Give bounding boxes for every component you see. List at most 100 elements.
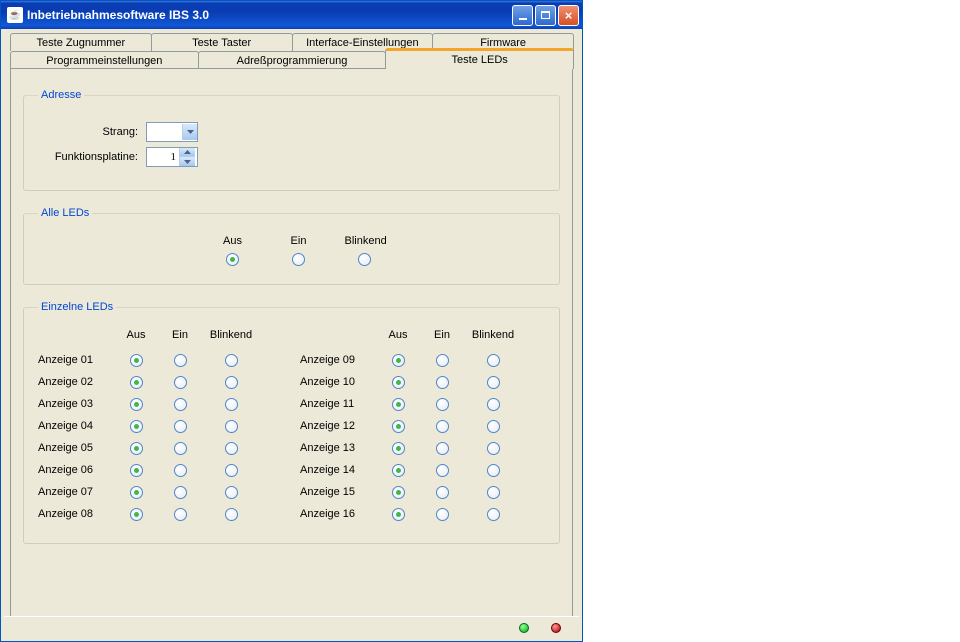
led-row: Anzeige 11 (300, 393, 522, 415)
radio-right-2-blinkend[interactable] (487, 398, 500, 411)
radio-left-4-aus[interactable] (130, 442, 143, 455)
radio-right-6-ein[interactable] (436, 486, 449, 499)
radio-right-4-ein[interactable] (436, 442, 449, 455)
radio-left-0-aus[interactable] (130, 354, 143, 367)
maximize-button[interactable] (535, 5, 556, 26)
led-row: Anzeige 02 (38, 371, 260, 393)
radio-right-2-aus[interactable] (392, 398, 405, 411)
radio-left-0-blinkend[interactable] (225, 354, 238, 367)
radio-left-7-ein[interactable] (174, 508, 187, 521)
radio-right-1-blinkend[interactable] (487, 376, 500, 389)
radio-left-2-aus[interactable] (130, 398, 143, 411)
radio-right-5-blinkend[interactable] (487, 464, 500, 477)
radio-left-1-ein[interactable] (174, 376, 187, 389)
statusbar (4, 616, 579, 638)
group-adresse: Adresse Strang: Funktionsplatine: (23, 89, 560, 191)
radio-alle-blinkend[interactable] (358, 253, 371, 266)
radio-alle-ein[interactable] (292, 253, 305, 266)
radio-right-6-aus[interactable] (392, 486, 405, 499)
chevron-down-icon (182, 124, 197, 140)
radio-left-4-blinkend[interactable] (225, 442, 238, 455)
led-label: Anzeige 07 (38, 486, 114, 498)
radio-left-7-aus[interactable] (130, 508, 143, 521)
radio-alle-aus[interactable] (226, 253, 239, 266)
radio-right-6-blinkend[interactable] (487, 486, 500, 499)
led-label: Anzeige 13 (300, 442, 376, 454)
radio-right-7-blinkend[interactable] (487, 508, 500, 521)
radio-right-4-blinkend[interactable] (487, 442, 500, 455)
led-row: Anzeige 10 (300, 371, 522, 393)
led-row: Anzeige 05 (38, 437, 260, 459)
led-label: Anzeige 10 (300, 376, 376, 388)
led-label: Anzeige 06 (38, 464, 114, 476)
status-led-green (519, 623, 529, 633)
tab-adressprogrammierung[interactable]: Adreßprogrammierung (198, 51, 387, 69)
spinner-funktionsplatine[interactable] (146, 147, 198, 167)
radio-right-1-ein[interactable] (436, 376, 449, 389)
tab-teste-leds[interactable]: Teste LEDs (385, 48, 574, 69)
radio-left-3-ein[interactable] (174, 420, 187, 433)
radio-left-5-aus[interactable] (130, 464, 143, 477)
radio-right-7-aus[interactable] (392, 508, 405, 521)
radio-left-3-blinkend[interactable] (225, 420, 238, 433)
app-window: ☕ Inbetriebnahmesoftware IBS 3.0 × Teste… (0, 0, 583, 642)
led-label: Anzeige 11 (300, 398, 376, 410)
radio-left-2-ein[interactable] (174, 398, 187, 411)
led-label: Anzeige 16 (300, 508, 376, 520)
radio-left-2-blinkend[interactable] (225, 398, 238, 411)
radio-left-6-aus[interactable] (130, 486, 143, 499)
label-funktionsplatine: Funktionsplatine: (38, 151, 138, 163)
radio-right-5-ein[interactable] (436, 464, 449, 477)
radio-right-0-ein[interactable] (436, 354, 449, 367)
java-icon: ☕ (7, 7, 23, 23)
led-label: Anzeige 03 (38, 398, 114, 410)
radio-right-3-blinkend[interactable] (487, 420, 500, 433)
window-title: Inbetriebnahmesoftware IBS 3.0 (27, 8, 512, 22)
spinner-down-icon[interactable] (179, 157, 195, 166)
radio-right-3-ein[interactable] (436, 420, 449, 433)
legend-adresse: Adresse (38, 89, 84, 101)
radio-right-1-aus[interactable] (392, 376, 405, 389)
spinner-up-icon[interactable] (179, 148, 195, 157)
radio-left-5-ein[interactable] (174, 464, 187, 477)
led-row: Anzeige 14 (300, 459, 522, 481)
funktionsplatine-input[interactable] (147, 150, 179, 164)
combo-strang[interactable] (146, 122, 198, 142)
led-row: Anzeige 07 (38, 481, 260, 503)
radio-right-7-ein[interactable] (436, 508, 449, 521)
radio-right-4-aus[interactable] (392, 442, 405, 455)
tab-panel-teste-leds: Adresse Strang: Funktionsplatine: (10, 68, 573, 638)
led-row: Anzeige 06 (38, 459, 260, 481)
status-led-red (551, 623, 561, 633)
radio-left-6-ein[interactable] (174, 486, 187, 499)
radio-left-4-ein[interactable] (174, 442, 187, 455)
radio-right-0-aus[interactable] (392, 354, 405, 367)
led-row: Anzeige 12 (300, 415, 522, 437)
led-label: Anzeige 08 (38, 508, 114, 520)
radio-right-2-ein[interactable] (436, 398, 449, 411)
led-label: Anzeige 01 (38, 354, 114, 366)
radio-left-1-blinkend[interactable] (225, 376, 238, 389)
radio-left-1-aus[interactable] (130, 376, 143, 389)
minimize-button[interactable] (512, 5, 533, 26)
radio-left-3-aus[interactable] (130, 420, 143, 433)
radio-left-6-blinkend[interactable] (225, 486, 238, 499)
hdr-blinkend: Blinkend (345, 235, 385, 247)
radio-right-5-aus[interactable] (392, 464, 405, 477)
radio-left-0-ein[interactable] (174, 354, 187, 367)
tab-programmeinstellungen[interactable]: Programmeinstellungen (10, 51, 199, 69)
legend-alle-leds: Alle LEDs (38, 207, 92, 219)
radio-right-3-aus[interactable] (392, 420, 405, 433)
led-label: Anzeige 02 (38, 376, 114, 388)
close-button[interactable]: × (558, 5, 579, 26)
radio-right-0-blinkend[interactable] (487, 354, 500, 367)
radio-left-7-blinkend[interactable] (225, 508, 238, 521)
led-label: Anzeige 05 (38, 442, 114, 454)
led-row: Anzeige 16 (300, 503, 522, 525)
led-label: Anzeige 04 (38, 420, 114, 432)
tab-teste-zugnummer[interactable]: Teste Zugnummer (10, 33, 152, 51)
led-row: Anzeige 04 (38, 415, 260, 437)
radio-left-5-blinkend[interactable] (225, 464, 238, 477)
tab-teste-taster[interactable]: Teste Taster (151, 33, 293, 51)
group-einzelne-leds: Einzelne LEDs AusEinBlinkendAnzeige 01An… (23, 301, 560, 544)
